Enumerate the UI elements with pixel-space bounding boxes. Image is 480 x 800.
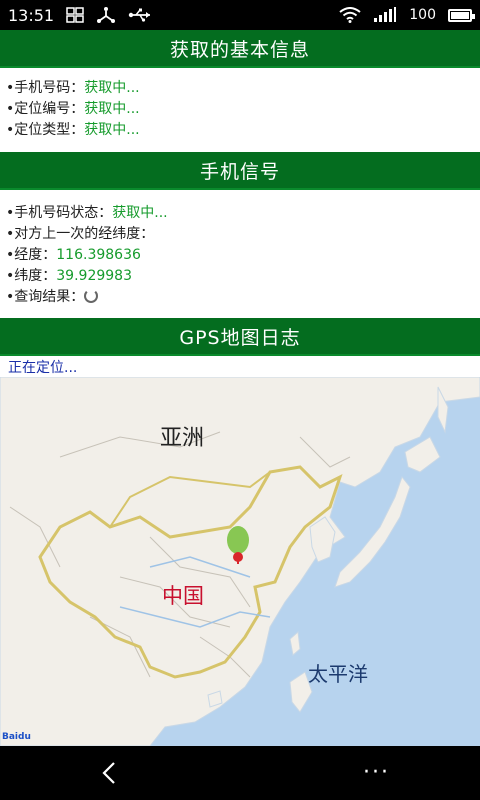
signal-icon	[374, 7, 397, 22]
info-value: 获取中...	[84, 80, 140, 96]
wifi-icon	[339, 7, 361, 23]
info-value: 获取中...	[84, 101, 140, 117]
battery-text: 100	[409, 7, 436, 23]
phone-signal-list: •手机号码状态：获取中... •对方上一次的经纬度： •经度：116.39863…	[6, 203, 168, 308]
land-hokkaido	[404, 436, 441, 473]
info-row-query-result: •查询结果：	[6, 287, 168, 308]
usb-tether-icon	[97, 7, 116, 23]
status-time: 13:51	[8, 5, 55, 25]
battery-icon	[448, 8, 475, 22]
map-canvas	[0, 377, 480, 746]
gps-map-log-header: GPS地图日志	[0, 318, 480, 356]
map-label-china: 中国	[162, 584, 204, 608]
info-row-last-coords: •对方上一次的经纬度：	[6, 224, 168, 245]
info-row-location-type: •定位类型：获取中...	[6, 120, 140, 141]
info-value: 获取中...	[84, 122, 140, 138]
status-bar: 13:51 100	[0, 0, 480, 30]
loading-spinner-icon	[84, 289, 99, 303]
menu-button[interactable]: ···	[363, 762, 390, 784]
locating-status: 正在定位...	[8, 360, 78, 376]
basic-info-header: 获取的基本信息	[0, 30, 480, 68]
info-value: 39.929983	[56, 268, 132, 284]
info-label: •查询结果：	[6, 289, 85, 305]
map-logo: Baidu	[2, 732, 31, 742]
land-japan	[334, 475, 411, 588]
info-label: •对方上一次的经纬度：	[6, 226, 155, 242]
land-taiwan	[289, 630, 301, 656]
info-row-phone-status: •手机号码状态：获取中...	[6, 203, 168, 224]
status-left: 13:51	[8, 6, 152, 25]
grid-icon	[66, 7, 84, 23]
map-label-pacific: 太平洋	[308, 662, 368, 686]
battery-fill	[451, 11, 469, 19]
info-label: •定位编号：	[6, 101, 85, 117]
status-right: 100	[339, 7, 475, 23]
info-row-longitude: •经度：116.398636	[6, 245, 168, 266]
info-label: •纬度：	[6, 268, 57, 284]
info-label: •经度：	[6, 247, 57, 263]
info-value: 获取中...	[112, 205, 168, 221]
usb-icon	[128, 8, 151, 22]
info-label: •定位类型：	[6, 122, 85, 138]
basic-info-list: •手机号码：获取中... •定位编号：获取中... •定位类型：获取中...	[6, 78, 140, 141]
back-icon	[102, 762, 115, 784]
info-value: 116.398636	[56, 247, 141, 263]
back-button[interactable]	[95, 759, 123, 787]
info-label: •手机号码：	[6, 80, 85, 96]
info-row-phone: •手机号码：获取中...	[6, 78, 140, 99]
phone-signal-header: 手机信号	[0, 152, 480, 190]
map-label-asia: 亚洲	[160, 426, 205, 451]
map-view[interactable]: 亚洲 中国 太平洋 Baidu	[0, 377, 480, 746]
navigation-bar: ···	[0, 746, 480, 800]
info-row-location-id: •定位编号：获取中...	[6, 99, 140, 120]
info-label: •手机号码状态：	[6, 205, 113, 221]
info-row-latitude: •纬度：39.929983	[6, 266, 168, 287]
